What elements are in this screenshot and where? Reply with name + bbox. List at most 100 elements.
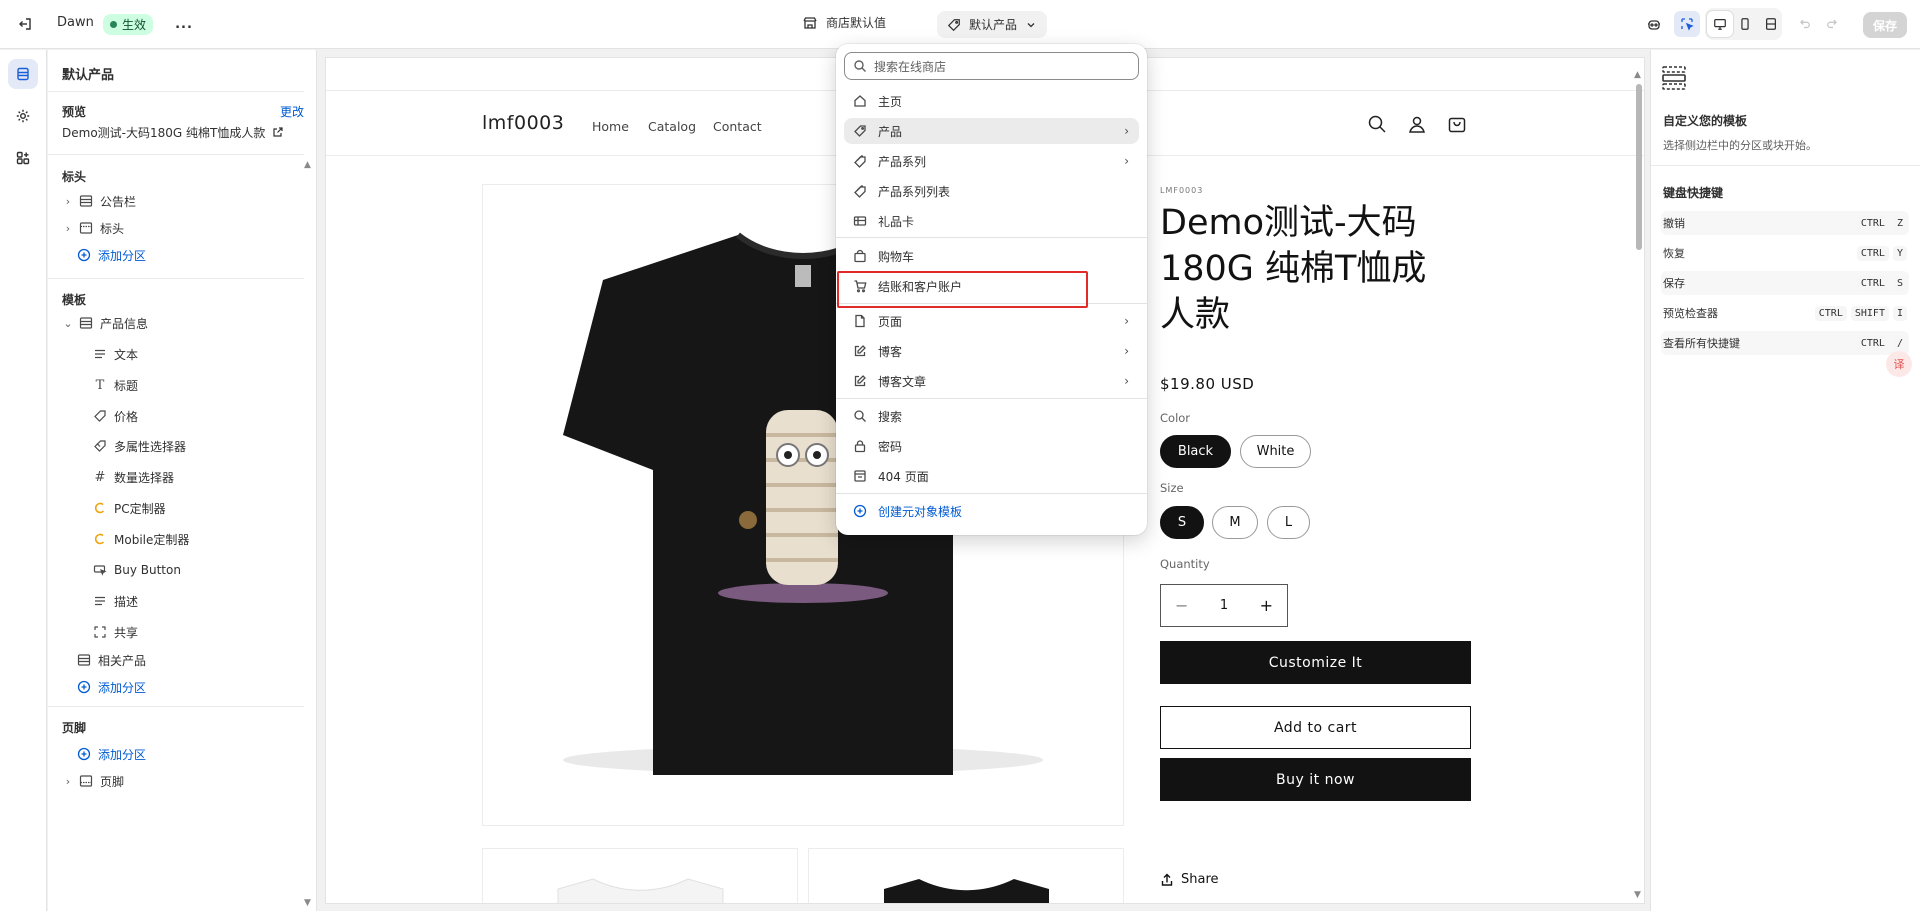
section-footer[interactable]: › 页脚 — [62, 771, 124, 791]
text-lines-icon — [92, 593, 108, 609]
quantity-plus-button[interactable]: + — [1260, 596, 1273, 615]
nav-catalog[interactable]: Catalog — [648, 119, 696, 134]
buy-it-now-button[interactable]: Buy it now — [1160, 758, 1471, 801]
block-text[interactable]: 文本 — [92, 344, 138, 364]
quantity-input[interactable]: 1 — [1220, 598, 1228, 613]
size-option-s[interactable]: S — [1160, 506, 1204, 539]
template-search-input[interactable]: 搜索在线商店 — [844, 52, 1139, 80]
add-section-header-button[interactable]: 添加分区 — [76, 245, 146, 265]
scroll-down-arrow-icon[interactable]: ▼ — [1634, 890, 1641, 900]
size-option-l[interactable]: L — [1267, 506, 1310, 539]
fullscreen-icon[interactable] — [1758, 11, 1784, 37]
block-buy-button[interactable]: Buy Button — [92, 560, 181, 580]
menu-item-gift-card[interactable]: 礼品卡 — [844, 208, 1139, 234]
cart-icon[interactable] — [1447, 114, 1467, 138]
translate-float-icon[interactable]: 译 — [1886, 351, 1912, 377]
menu-item-404[interactable]: 404 页面 — [844, 463, 1139, 489]
scrollbar-thumb[interactable] — [1636, 84, 1642, 250]
store-defaults-button[interactable]: 商店默认值 — [802, 14, 886, 31]
chevron-right-icon: › — [1124, 124, 1129, 138]
preview-product[interactable]: Demo测试-大码180G 纯棉T恤成人款 — [62, 122, 284, 142]
inspector-icon[interactable] — [1674, 11, 1700, 37]
customize-it-button[interactable]: Customize It — [1160, 641, 1471, 684]
customize-template-title: 自定义您的模板 — [1663, 114, 1748, 128]
settings-gear-icon[interactable] — [8, 101, 38, 131]
menu-item-collections[interactable]: 产品系列 › — [844, 148, 1139, 174]
search-icon[interactable] — [1367, 114, 1387, 138]
desktop-view-icon[interactable] — [1707, 11, 1733, 37]
block-title[interactable]: T 标题 — [92, 375, 138, 395]
menu-item-cart[interactable]: 购物车 — [844, 243, 1139, 269]
section-related-products[interactable]: 相关产品 — [76, 650, 146, 670]
block-price[interactable]: 价格 — [92, 406, 138, 426]
size-option-m[interactable]: M — [1212, 506, 1258, 539]
store-logo[interactable]: lmf0003 — [482, 112, 564, 134]
apps-icon[interactable] — [8, 143, 38, 173]
preview-scrollbar[interactable]: ▲ ▼ — [1634, 70, 1644, 903]
robot-icon[interactable] — [1641, 11, 1667, 37]
section-product-info[interactable]: ⌄ 产品信息 — [62, 313, 148, 333]
bag-icon — [852, 248, 868, 264]
menu-item-home[interactable]: 主页 — [844, 88, 1139, 114]
block-pc-customizer[interactable]: PC定制器 — [92, 498, 166, 518]
chevron-right-icon[interactable]: › — [62, 775, 74, 788]
block-share[interactable]: 共享 — [92, 622, 138, 642]
create-metaobject-template-button[interactable]: 创建元对象模板 — [844, 498, 1139, 524]
quantity-minus-button[interactable]: − — [1175, 596, 1188, 615]
share-button[interactable]: Share — [1160, 872, 1219, 887]
add-section-footer-button[interactable]: 添加分区 — [76, 744, 146, 764]
section-announcement-bar[interactable]: › 公告栏 — [62, 191, 136, 211]
scroll-up-arrow-icon[interactable]: ▲ — [304, 160, 311, 170]
menu-item-password[interactable]: 密码 — [844, 433, 1139, 459]
undo-icon[interactable] — [1791, 11, 1817, 37]
scroll-down-arrow-icon[interactable]: ▼ — [304, 898, 311, 908]
nav-contact[interactable]: Contact — [713, 119, 762, 134]
menu-item-pages[interactable]: 页面 › — [844, 308, 1139, 334]
product-info-section-icon — [78, 315, 94, 331]
theme-name: Dawn — [57, 15, 94, 30]
block-description[interactable]: 描述 — [92, 591, 138, 611]
scroll-up-arrow-icon[interactable]: ▲ — [1634, 70, 1641, 80]
left-rail — [0, 50, 47, 911]
add-to-cart-button[interactable]: Add to cart — [1160, 706, 1471, 749]
more-actions-button[interactable]: ... — [171, 11, 197, 37]
shortcut-label: 查看所有快捷键 — [1663, 337, 1740, 350]
sections-icon[interactable] — [8, 59, 38, 89]
tag-icon — [947, 18, 960, 31]
nav-home[interactable]: Home — [592, 119, 629, 134]
menu-item-products[interactable]: 产品 › — [844, 118, 1139, 144]
chevron-right-icon[interactable]: › — [62, 222, 74, 235]
chevron-right-icon[interactable]: › — [62, 195, 74, 208]
mobile-view-icon[interactable] — [1732, 11, 1758, 37]
store-defaults-label: 商店默认值 — [826, 16, 887, 30]
block-variant-picker[interactable]: 多属性选择器 — [92, 436, 186, 456]
menu-item-blog-post[interactable]: 博客文章 › — [844, 368, 1139, 394]
menu-item-blog[interactable]: 博客 › — [844, 338, 1139, 364]
menu-item-label: 产品 — [878, 124, 903, 139]
account-icon[interactable] — [1407, 114, 1427, 138]
template-selector[interactable]: 默认产品 — [937, 11, 1048, 38]
preview-product-name: Demo测试-大码180G 纯棉T恤成人款 — [62, 125, 266, 140]
color-option-black[interactable]: Black — [1160, 435, 1231, 468]
save-button[interactable]: 保存 — [1863, 12, 1907, 38]
section-label: 页脚 — [100, 774, 125, 789]
product-thumbnail-white[interactable] — [482, 848, 798, 903]
product-thumbnail-black[interactable] — [808, 848, 1124, 903]
add-section-label: 添加分区 — [98, 248, 147, 263]
menu-item-collection-list[interactable]: 产品系列列表 — [844, 178, 1139, 204]
add-section-template-button[interactable]: 添加分区 — [76, 677, 146, 697]
exit-icon[interactable] — [12, 11, 38, 37]
redo-icon[interactable] — [1820, 11, 1846, 37]
block-mobile-customizer[interactable]: Mobile定制器 — [92, 529, 189, 549]
section-header[interactable]: › 标头 — [62, 218, 124, 238]
block-label: 价格 — [114, 409, 139, 424]
shortcut-key: Z — [1892, 215, 1907, 231]
change-preview-link[interactable]: 更改 — [280, 103, 304, 120]
shortcut-row: 查看所有快捷键 CTRL / — [1661, 331, 1909, 355]
chevron-down-icon[interactable]: ⌄ — [62, 317, 74, 330]
search-icon — [854, 60, 866, 72]
color-option-white[interactable]: White — [1240, 435, 1311, 468]
block-quantity-selector[interactable]: # 数量选择器 — [92, 467, 174, 487]
menu-item-label: 购物车 — [878, 249, 915, 264]
menu-item-search[interactable]: 搜索 — [844, 403, 1139, 429]
